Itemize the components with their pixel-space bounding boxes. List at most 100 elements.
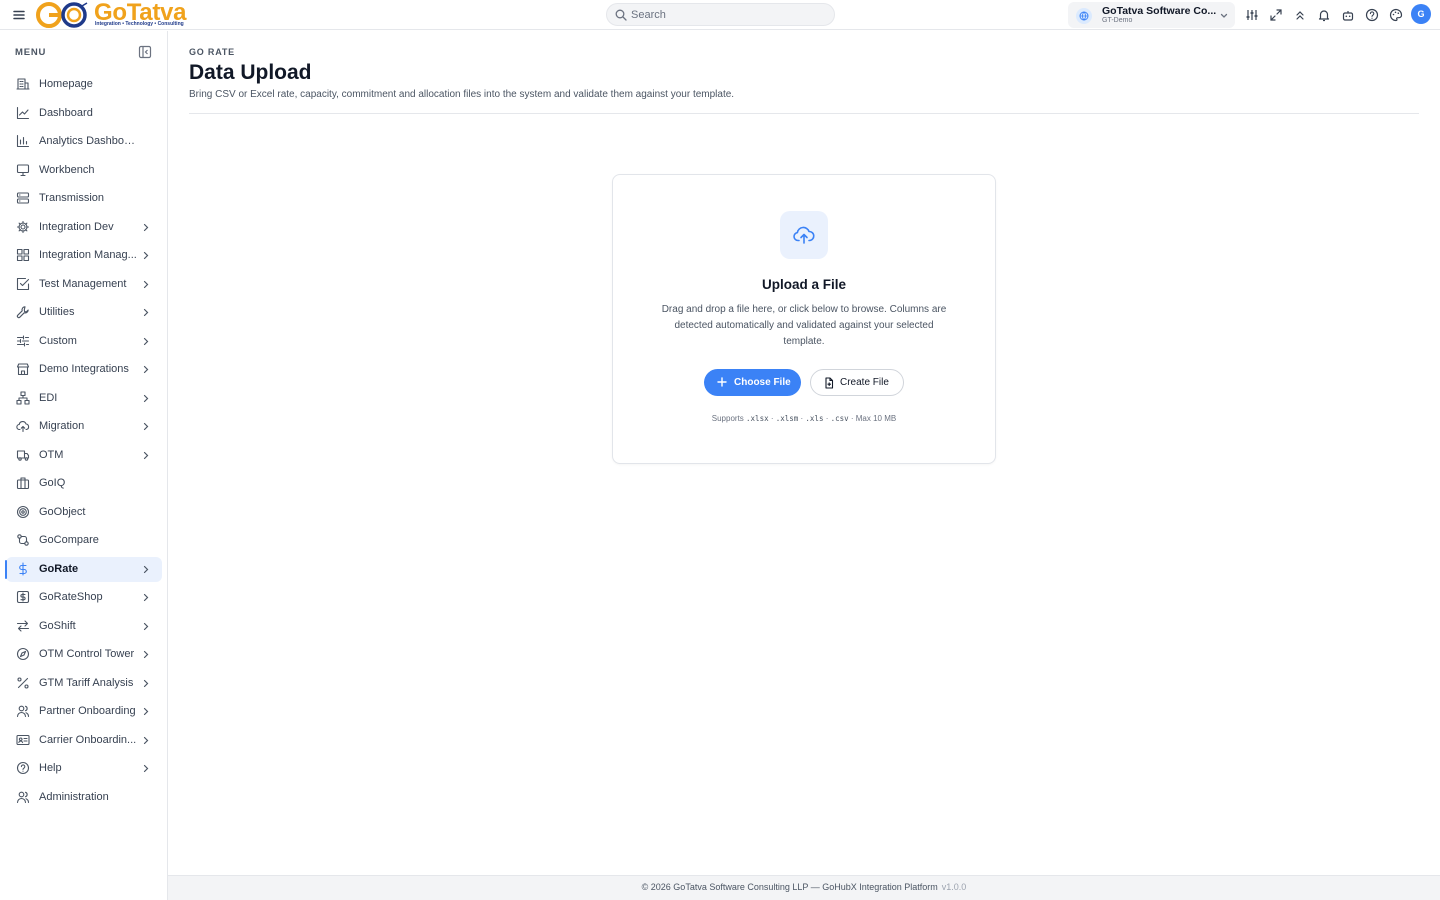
sidebar-item-label: GTM Tariff Analysis — [39, 676, 134, 689]
chevron-right-icon — [142, 451, 150, 460]
sidebar-item-test-management[interactable]: Test Management — [6, 272, 162, 297]
search-input[interactable] — [631, 7, 827, 23]
sidebar-item-dashboard[interactable]: Dashboard — [6, 101, 162, 126]
chevron-right-icon — [142, 565, 150, 574]
sidebar-item-integration-manag[interactable]: Integration Manag... — [6, 243, 162, 268]
dollar-square-icon — [16, 590, 30, 604]
collapse-sidebar-icon[interactable] — [138, 45, 152, 59]
chevron-right-icon — [142, 736, 150, 745]
sidebar-item-carrier-onboardin[interactable]: Carrier Onboardin... — [6, 728, 162, 753]
main-content: GO RATE Data Upload Bring CSV or Excel r… — [168, 31, 1440, 875]
sidebar-item-label: OTM — [39, 448, 64, 461]
sidebar-item-otm-control-tower[interactable]: OTM Control Tower — [6, 642, 162, 667]
bell-icon[interactable] — [1317, 8, 1331, 22]
chevron-right-icon — [142, 764, 150, 773]
sidebar-item-label: Integration Manag... — [39, 249, 137, 261]
format-csv: .csv — [830, 414, 849, 423]
percent-icon — [16, 676, 30, 690]
sidebar-item-integration-dev[interactable]: Integration Dev — [6, 215, 162, 240]
palette-icon[interactable] — [1389, 8, 1403, 22]
plus-icon — [717, 377, 727, 387]
footer-text: © 2026 GoTatva Software Consulting LLP —… — [168, 882, 1440, 892]
sidebar-item-label: Administration — [39, 790, 109, 803]
sidebar-item-label: Carrier Onboardin... — [39, 733, 137, 746]
sidebar-item-administration[interactable]: Administration — [6, 785, 162, 810]
sidebar-item-label: Homepage — [39, 78, 93, 90]
org-subtitle: GT-Demo — [1102, 17, 1133, 24]
format-xlsm: .xlsm — [775, 414, 799, 423]
sidebar-item-label: GoRateShop — [39, 591, 103, 603]
truck-icon — [16, 448, 30, 462]
sidebar-item-edi[interactable]: EDI — [6, 386, 162, 411]
org-name: GoTatva Software Co... — [1102, 5, 1217, 17]
sidebar-item-goiq[interactable]: GoIQ — [6, 471, 162, 496]
sidebar-item-transmission[interactable]: Transmission — [6, 186, 162, 211]
sidebar-item-homepage[interactable]: Homepage — [6, 72, 162, 97]
line-chart-icon — [16, 106, 30, 120]
chevron-right-icon — [142, 422, 150, 431]
page-title: Data Upload — [189, 61, 312, 84]
sidebar-item-gorateshop[interactable]: GoRateShop — [6, 585, 162, 610]
footer: © 2026 GoTatva Software Consulting LLP —… — [168, 875, 1440, 900]
supports-prefix: Supports — [711, 414, 744, 423]
sidebar-item-goshift[interactable]: GoShift — [6, 614, 162, 639]
sidebar-item-label: Help — [39, 762, 62, 774]
chevron-down-icon — [1220, 13, 1228, 18]
global-search[interactable] — [606, 3, 835, 26]
copyright: © 2026 GoTatva Software Consulting LLP —… — [641, 882, 938, 892]
swap-icon — [16, 619, 30, 633]
sliders-icon — [16, 334, 30, 348]
choose-file-button[interactable]: Choose File — [704, 369, 801, 396]
sidebar-item-label: Test Management — [39, 277, 127, 290]
sliders-settings-icon[interactable] — [1245, 8, 1259, 22]
collapse-up-icon[interactable] — [1293, 8, 1307, 22]
sidebar-item-otm[interactable]: OTM — [6, 443, 162, 468]
hamburger-menu-icon[interactable] — [12, 8, 26, 22]
grid-icon — [16, 248, 30, 262]
upload-dropzone[interactable]: Upload a File Drag and drop a file here,… — [612, 174, 996, 464]
target-icon — [16, 505, 30, 519]
chevron-right-icon — [142, 365, 150, 374]
sidebar-item-utilities[interactable]: Utilities — [6, 300, 162, 325]
robot-icon[interactable] — [1341, 8, 1355, 22]
fullscreen-icon[interactable] — [1269, 8, 1283, 22]
create-file-button[interactable]: Create File — [810, 369, 904, 396]
sidebar-item-goobject[interactable]: GoObject — [6, 500, 162, 525]
server-icon — [16, 191, 30, 205]
app-version: v1.0.0 — [941, 882, 967, 892]
checkbox-icon — [16, 277, 30, 291]
page-eyebrow: GO RATE — [189, 47, 235, 57]
sidebar-item-gocompare[interactable]: GoCompare — [6, 528, 162, 553]
sidebar-item-label: Workbench — [39, 163, 95, 176]
app-logo[interactable]: GoTatva Integration • Technology • Consu… — [34, 0, 194, 30]
sidebar-item-label: GoShift — [39, 619, 76, 632]
menu-heading: MENU — [15, 47, 47, 58]
globe-icon — [1076, 8, 1092, 24]
sidebar-item-workbench[interactable]: Workbench — [6, 158, 162, 183]
chevron-right-icon — [142, 251, 150, 260]
sidebar-item-label: Analytics Dashboard — [39, 135, 137, 147]
help-icon[interactable] — [1365, 8, 1379, 22]
sidebar-item-label: GoRate — [39, 562, 79, 575]
sidebar-item-label: Partner Onboarding — [39, 705, 136, 717]
cloud-upload-icon — [780, 211, 828, 259]
sidebar-item-migration[interactable]: Migration — [6, 414, 162, 439]
org-switcher[interactable]: GoTatva Software Co... GT-Demo — [1068, 2, 1235, 28]
chevron-right-icon — [142, 280, 150, 289]
sidebar-item-demo-integrations[interactable]: Demo Integrations — [6, 357, 162, 382]
chevron-right-icon — [142, 622, 150, 631]
user-avatar[interactable]: G — [1411, 4, 1431, 24]
file-plus-icon — [825, 377, 834, 389]
user-group-icon — [16, 790, 30, 804]
sidebar-item-gtm-tariff-analysis[interactable]: GTM Tariff Analysis — [6, 671, 162, 696]
chevron-right-icon — [142, 394, 150, 403]
sidebar-item-help[interactable]: Help — [6, 756, 162, 781]
sidebar-item-gorate[interactable]: GoRate — [5, 556, 162, 582]
sidebar-item-analytics-dashboard[interactable]: Analytics Dashboard — [6, 129, 162, 154]
chevron-right-icon — [142, 337, 150, 346]
sidebar-item-partner-onboarding[interactable]: Partner Onboarding — [6, 699, 162, 724]
top-bar: GoTatva Integration • Technology • Consu… — [0, 0, 1440, 30]
sidebar-item-custom[interactable]: Custom — [6, 329, 162, 354]
logo-mark-icon — [36, 2, 88, 28]
upload-title: Upload a File — [761, 277, 846, 292]
